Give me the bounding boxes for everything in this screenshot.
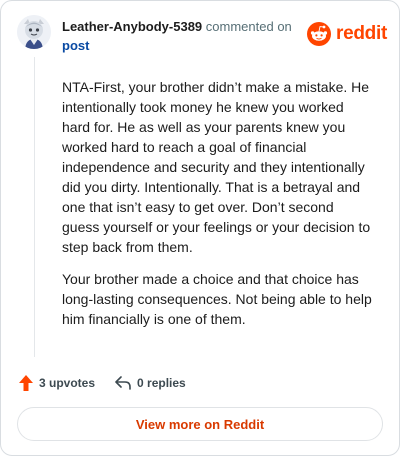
comment-header: Leather-Anybody-5389 commented on post r… — [17, 15, 387, 55]
comment-body: NTA-First, your brother didn’t make a mi… — [62, 77, 374, 341]
commented-on-text: commented on — [205, 19, 292, 34]
comment-actions: 3 upvotes 0 replies — [19, 373, 206, 393]
embedded-comment-card: Leather-Anybody-5389 commented on post r… — [0, 0, 400, 456]
view-more-on-reddit-button[interactable]: View more on Reddit — [17, 407, 383, 441]
avatar-character-icon — [17, 15, 51, 49]
username-link[interactable]: Leather-Anybody-5389 — [62, 19, 202, 34]
comment-meta: Leather-Anybody-5389 commented on post — [62, 17, 302, 55]
upvote-button[interactable]: 3 upvotes — [19, 375, 95, 391]
comment-paragraph: Your brother made a choice and that choi… — [62, 271, 372, 327]
reddit-alien-icon — [307, 22, 332, 46]
user-avatar[interactable] — [17, 15, 51, 49]
thread-line — [34, 57, 35, 357]
reddit-wordmark: reddit — [336, 23, 387, 44]
comment-paragraph: NTA-First, your brother didn’t make a mi… — [62, 79, 371, 255]
replies-count: 0 replies — [137, 376, 186, 390]
reply-arrow-icon — [115, 376, 131, 390]
post-link[interactable]: post — [62, 36, 302, 55]
upvote-arrow-icon — [19, 375, 33, 391]
upvotes-count: 3 upvotes — [39, 376, 96, 390]
replies-button[interactable]: 0 replies — [115, 376, 186, 390]
reddit-logo[interactable]: reddit — [307, 21, 387, 47]
